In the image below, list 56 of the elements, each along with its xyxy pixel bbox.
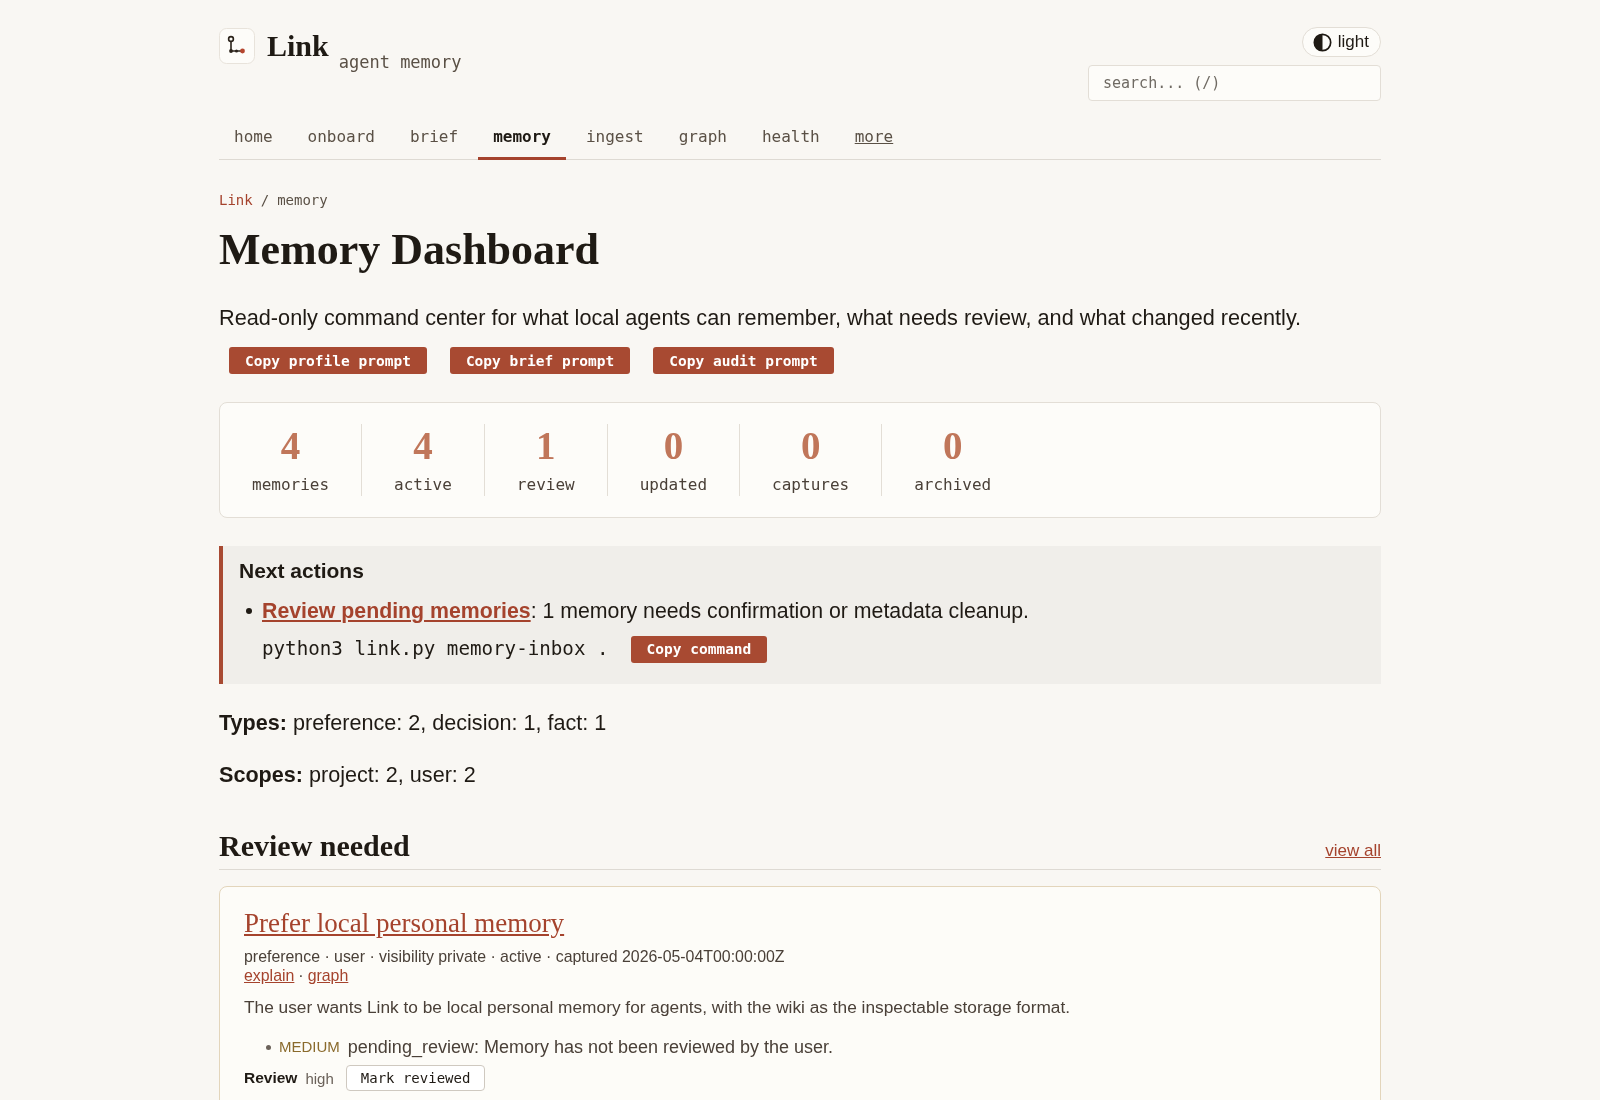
- nav-tab[interactable]: ingest: [570, 119, 659, 160]
- nav-tab[interactable]: graph: [663, 119, 742, 160]
- memory-meta: preference · user · visibility private · active · captured 2026-05-04T00:00:00Z: [244, 947, 786, 966]
- summary-text: Scopes: project: 2, user: 2: [219, 761, 477, 789]
- memory-link[interactable]: graph: [307, 966, 349, 985]
- mark-reviewed-button[interactable]: Mark reviewed: [345, 1065, 486, 1091]
- nav-tab[interactable]: memory: [478, 119, 566, 160]
- review-label: Review: [244, 1069, 298, 1087]
- logo-icon: [219, 28, 255, 64]
- stat-value: 4: [413, 424, 433, 468]
- nav-tab[interactable]: onboard: [292, 119, 390, 160]
- copy-prompt-button[interactable]: Copy audit prompt: [653, 347, 834, 374]
- bullet-icon: [266, 1044, 271, 1050]
- stat-label: archived: [914, 474, 992, 496]
- copy-prompt-button[interactable]: Copy profile prompt: [229, 347, 427, 374]
- severity-label: MEDIUM: [279, 1037, 340, 1057]
- page-description: Read-only command center for what local agents can remember, what needs review, and what changed recently.: [219, 304, 1303, 332]
- site-tagline: agent memory: [338, 52, 462, 72]
- stat-label: memories: [252, 474, 330, 496]
- review-link[interactable]: Review pending memories: [262, 599, 531, 623]
- memory-link[interactable]: explain: [244, 966, 295, 985]
- summary-text: Types: preference: 2, decision: 1, fact: 1: [219, 709, 608, 737]
- nav-tab[interactable]: brief: [394, 119, 474, 160]
- stat-value: 0: [800, 424, 821, 468]
- review-value: high: [305, 1069, 334, 1087]
- command-text: python3 link.py memory-inbox .: [262, 636, 609, 662]
- nav-tab[interactable]: health: [746, 119, 835, 160]
- stat-label: updated: [639, 474, 708, 496]
- page-title: Memory Dashboard: [219, 225, 601, 275]
- link-separator: ·: [298, 966, 304, 985]
- breadcrumb-current: memory: [277, 191, 328, 210]
- stat-label: active: [394, 474, 452, 496]
- nav-link[interactable]: more: [839, 119, 909, 160]
- breadcrumb-separator: /: [260, 191, 270, 210]
- search-field[interactable]: search... (/): [1088, 65, 1381, 101]
- stat-value: 0: [663, 424, 684, 468]
- stat-value: 1: [536, 424, 556, 468]
- stat-label: review: [516, 474, 575, 496]
- memory-title-link[interactable]: Prefer local personal memory: [244, 907, 565, 939]
- view-all-link[interactable]: view all: [1325, 841, 1381, 861]
- stat-label: captures: [772, 474, 850, 496]
- bullet-icon: [246, 608, 252, 614]
- issue-text: pending_review: Memory has not been reviewed by the user.: [347, 1036, 834, 1059]
- stat-value: 0: [942, 424, 963, 468]
- section-heading: Review needed: [219, 829, 410, 863]
- stat-value: 4: [280, 424, 301, 468]
- contrast-icon: [1312, 32, 1332, 52]
- memory-body: The user wants Link to be local personal memory for agents, with the wiki as the inspectable storage format.: [244, 996, 1072, 1019]
- copy-command-button[interactable]: Copy command: [630, 635, 768, 663]
- breadcrumb-link[interactable]: Link: [219, 190, 253, 210]
- site-title: Link: [267, 28, 329, 64]
- copy-prompt-button[interactable]: Copy brief prompt: [449, 347, 631, 374]
- nav-tab[interactable]: home: [219, 119, 288, 160]
- panel-heading: Next actions: [239, 558, 365, 584]
- theme-toggle[interactable]: light: [1301, 27, 1381, 57]
- action-text: Review pending memories: 1 memory needs confirmation or metadata cleanup.: [262, 598, 1030, 625]
